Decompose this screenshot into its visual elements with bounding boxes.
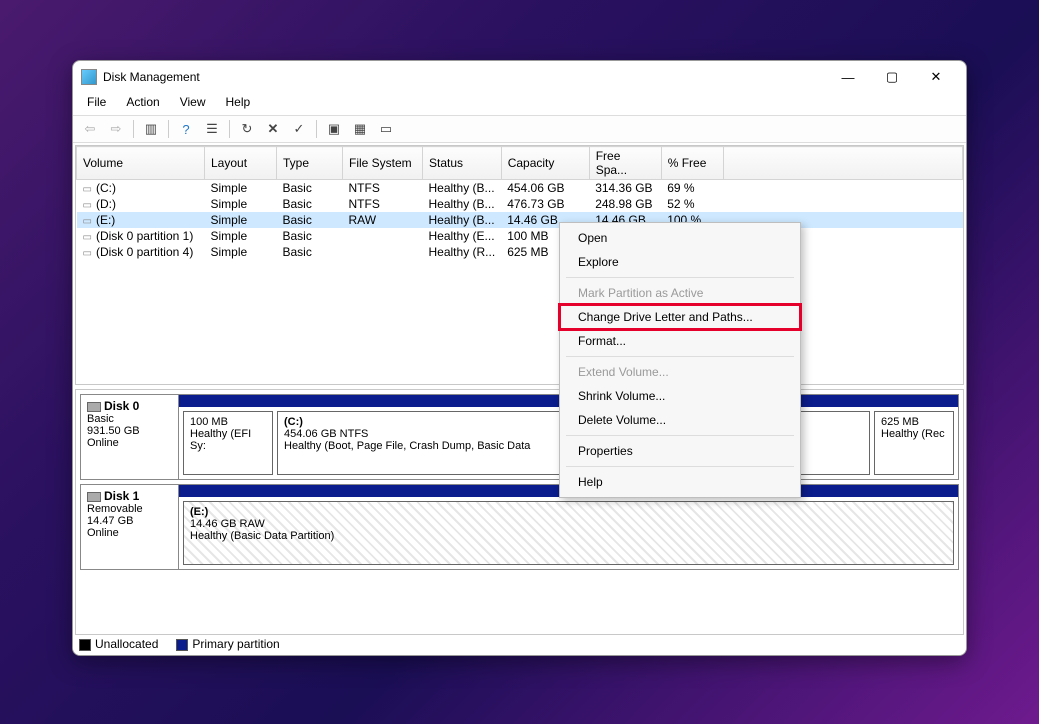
col-fs[interactable]: File System bbox=[343, 147, 423, 180]
disk-management-window: Disk Management — ▢ ✕ File Action View H… bbox=[72, 60, 967, 656]
show-hide-icon[interactable]: ▥ bbox=[140, 118, 162, 140]
disk0-type: Basic bbox=[87, 413, 114, 425]
menu-help[interactable]: Help bbox=[216, 93, 261, 115]
maximize-button[interactable]: ▢ bbox=[870, 62, 914, 92]
ctx-properties[interactable]: Properties bbox=[560, 439, 800, 463]
table-header-row[interactable]: Volume Layout Type File System Status Ca… bbox=[77, 147, 963, 180]
ctx-change-drive-letter[interactable]: Change Drive Letter and Paths... bbox=[560, 305, 800, 329]
legend-unallocated: Unallocated bbox=[95, 637, 158, 651]
legend-primary: Primary partition bbox=[192, 637, 279, 651]
list-icon[interactable]: ☰ bbox=[201, 118, 223, 140]
legend: Unallocated Primary partition bbox=[75, 635, 964, 653]
properties-icon[interactable]: ▭ bbox=[375, 118, 397, 140]
table-row[interactable]: (C:)SimpleBasicNTFSHealthy (B...454.06 G… bbox=[77, 180, 963, 197]
minimize-button[interactable]: — bbox=[826, 62, 870, 92]
menu-file[interactable]: File bbox=[77, 93, 116, 115]
disk0-part2[interactable]: 625 MB Healthy (Rec bbox=[874, 411, 954, 475]
disk0-size: 931.50 GB bbox=[87, 425, 140, 437]
ctx-format[interactable]: Format... bbox=[560, 329, 800, 353]
disk1-status: Online bbox=[87, 527, 119, 539]
disk0-status: Online bbox=[87, 437, 119, 449]
col-capacity[interactable]: Capacity bbox=[501, 147, 589, 180]
disk1-title: Disk 1 bbox=[104, 489, 139, 503]
col-spacer bbox=[723, 147, 962, 180]
menu-view[interactable]: View bbox=[170, 93, 216, 115]
close-button[interactable]: ✕ bbox=[914, 62, 958, 92]
col-free[interactable]: Free Spa... bbox=[589, 147, 661, 180]
ctx-shrink-volume[interactable]: Shrink Volume... bbox=[560, 384, 800, 408]
disk1-type: Removable bbox=[87, 503, 143, 515]
disk-icon bbox=[87, 492, 101, 502]
folder-icon[interactable]: ▣ bbox=[323, 118, 345, 140]
check-icon[interactable]: ✓ bbox=[288, 118, 310, 140]
disk0-header[interactable]: Disk 0 Basic 931.50 GB Online bbox=[81, 395, 179, 479]
col-type[interactable]: Type bbox=[277, 147, 343, 180]
window-title: Disk Management bbox=[103, 70, 826, 84]
col-layout[interactable]: Layout bbox=[205, 147, 277, 180]
disk-row-0[interactable]: Disk 0 Basic 931.50 GB Online 100 MB Hea… bbox=[80, 394, 959, 480]
toolbar: ⇦ ⇨ ▥ ? ☰ ↻ ✕ ✓ ▣ ▦ ▭ bbox=[73, 115, 966, 143]
forward-icon[interactable]: ⇨ bbox=[105, 118, 127, 140]
back-icon[interactable]: ⇦ bbox=[79, 118, 101, 140]
disk-row-1[interactable]: Disk 1 Removable 14.47 GB Online (E:) 14… bbox=[80, 484, 959, 570]
disk1-part0[interactable]: (E:) 14.46 GB RAW Healthy (Basic Data Pa… bbox=[183, 501, 954, 565]
menu-action[interactable]: Action bbox=[116, 93, 169, 115]
context-menu: Open Explore Mark Partition as Active Ch… bbox=[559, 222, 801, 498]
col-status[interactable]: Status bbox=[423, 147, 502, 180]
content: Volume Layout Type File System Status Ca… bbox=[73, 143, 966, 655]
disk0-title: Disk 0 bbox=[104, 399, 139, 413]
table-row[interactable]: (D:)SimpleBasicNTFSHealthy (B...476.73 G… bbox=[77, 196, 963, 212]
legend-swatch-primary bbox=[176, 639, 188, 651]
help-icon[interactable]: ? bbox=[175, 118, 197, 140]
disk0-part0[interactable]: 100 MB Healthy (EFI Sy: bbox=[183, 411, 273, 475]
titlebar[interactable]: Disk Management — ▢ ✕ bbox=[73, 61, 966, 93]
table-row[interactable]: (E:)SimpleBasicRAWHealthy (B...14.46 GB1… bbox=[77, 212, 963, 228]
ctx-mark-active: Mark Partition as Active bbox=[560, 281, 800, 305]
settings-icon[interactable]: ▦ bbox=[349, 118, 371, 140]
refresh-icon[interactable]: ↻ bbox=[236, 118, 258, 140]
table-row[interactable]: (Disk 0 partition 1)SimpleBasicHealthy (… bbox=[77, 228, 963, 244]
ctx-extend-volume: Extend Volume... bbox=[560, 360, 800, 384]
table-row[interactable]: (Disk 0 partition 4)SimpleBasicHealthy (… bbox=[77, 244, 963, 260]
col-volume[interactable]: Volume bbox=[77, 147, 205, 180]
ctx-delete-volume[interactable]: Delete Volume... bbox=[560, 408, 800, 432]
volume-table[interactable]: Volume Layout Type File System Status Ca… bbox=[75, 145, 964, 385]
disk-icon bbox=[87, 402, 101, 412]
disk-graphical-view: Disk 0 Basic 931.50 GB Online 100 MB Hea… bbox=[75, 389, 964, 635]
app-icon bbox=[81, 69, 97, 85]
disk1-header[interactable]: Disk 1 Removable 14.47 GB Online bbox=[81, 485, 179, 569]
menubar: File Action View Help bbox=[73, 93, 966, 115]
ctx-open[interactable]: Open bbox=[560, 226, 800, 250]
col-pct[interactable]: % Free bbox=[661, 147, 723, 180]
disk1-size: 14.47 GB bbox=[87, 515, 133, 527]
legend-swatch-unallocated bbox=[79, 639, 91, 651]
ctx-help[interactable]: Help bbox=[560, 470, 800, 494]
delete-icon[interactable]: ✕ bbox=[262, 118, 284, 140]
ctx-explore[interactable]: Explore bbox=[560, 250, 800, 274]
